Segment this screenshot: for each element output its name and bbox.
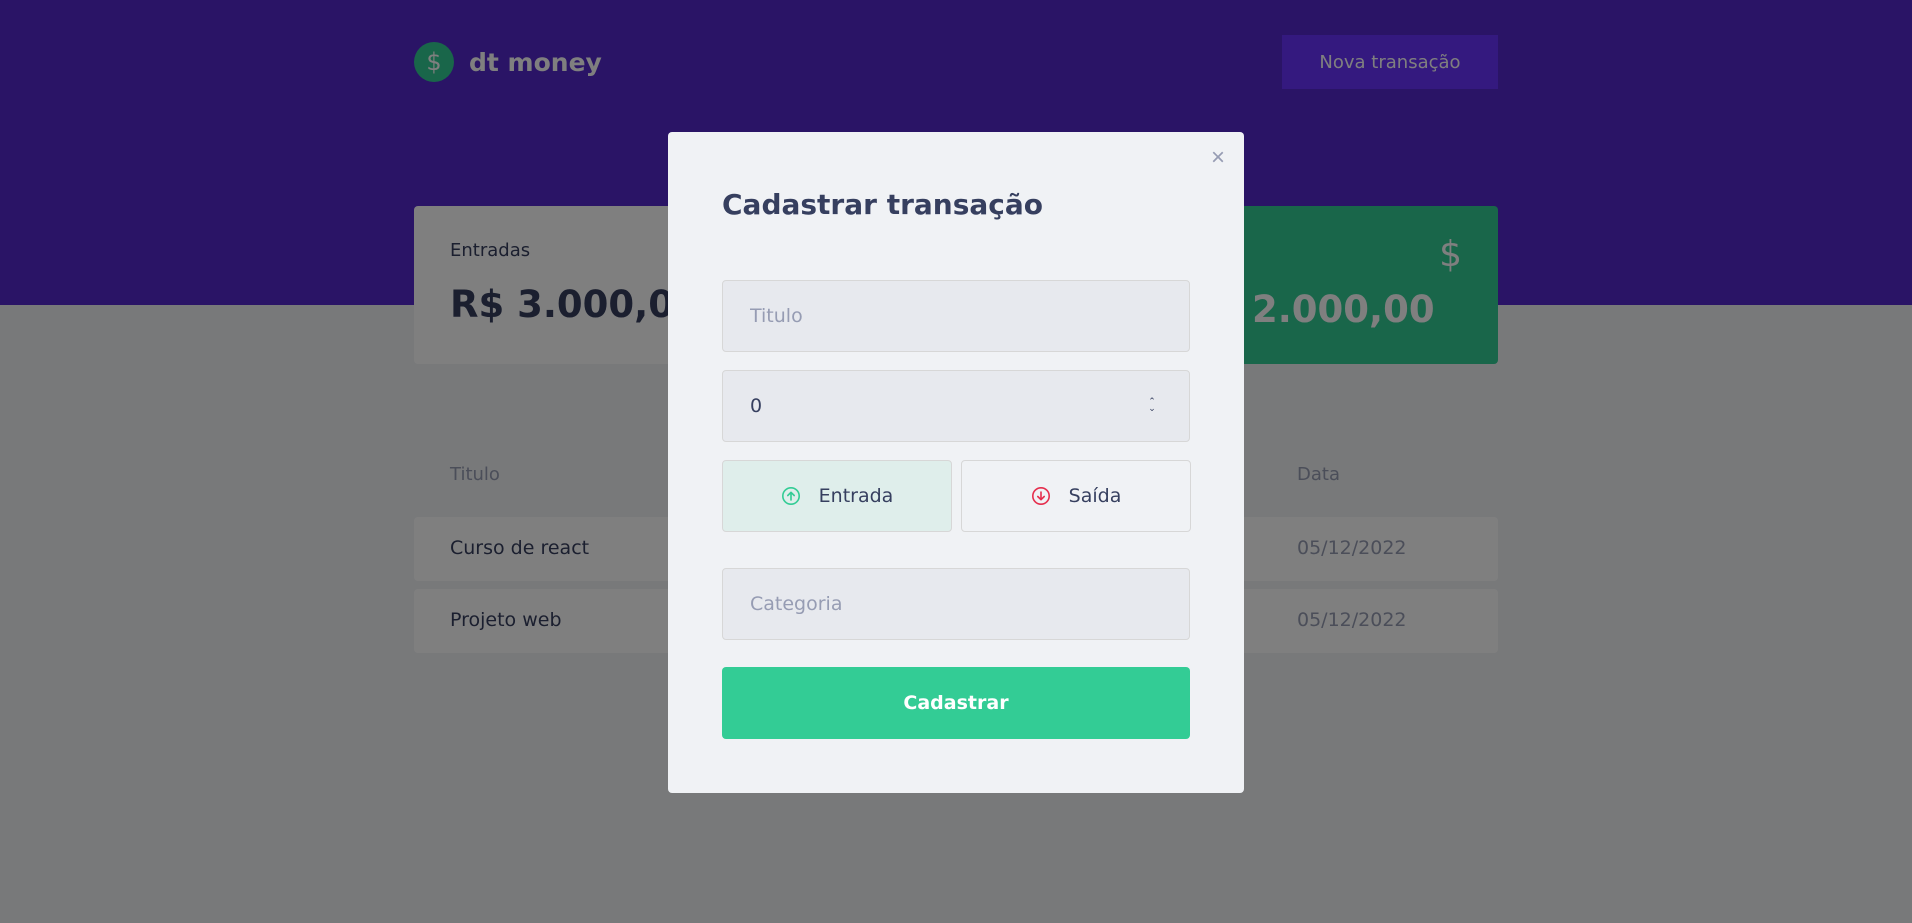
new-transaction-modal: × Cadastrar transação ⌃⌄ Entrada Saída C… — [668, 132, 1244, 793]
modal-title: Cadastrar transação — [722, 188, 1044, 221]
title-input[interactable] — [722, 280, 1190, 352]
type-income-button[interactable]: Entrada — [722, 460, 952, 532]
submit-button[interactable]: Cadastrar — [722, 667, 1190, 739]
arrow-up-circle-icon — [781, 487, 800, 505]
type-outcome-label: Saída — [1068, 485, 1122, 507]
type-outcome-button[interactable]: Saída — [961, 460, 1191, 532]
category-input[interactable] — [722, 568, 1190, 640]
number-stepper-icon[interactable]: ⌃ ⌄ — [1146, 398, 1158, 414]
arrow-down-circle-icon — [1031, 487, 1050, 505]
type-income-label: Entrada — [818, 485, 894, 507]
amount-input[interactable] — [722, 370, 1190, 442]
close-icon[interactable]: × — [1206, 146, 1230, 170]
